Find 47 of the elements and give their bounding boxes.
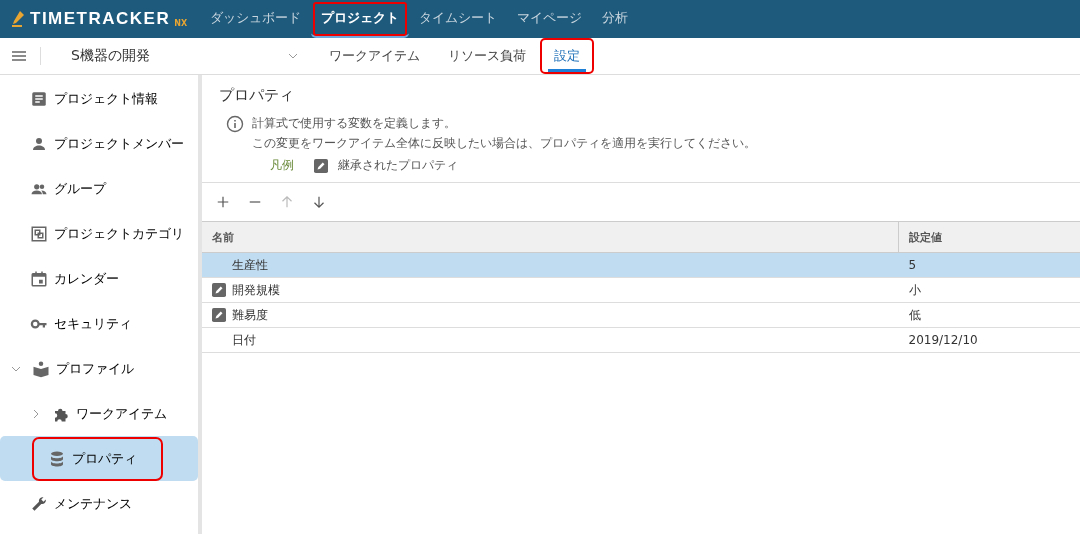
table-cell: 小 <box>908 282 921 297</box>
menu-icon[interactable] <box>12 49 26 63</box>
legend-label: 凡例 <box>270 157 294 174</box>
nav-tab[interactable]: ダッシュボード <box>200 0 311 38</box>
table-row[interactable]: 開発規模 小 <box>202 277 1080 303</box>
table-row[interactable]: 難易度 低 <box>202 302 1080 328</box>
column-header[interactable]: 設定値 <box>898 222 1080 253</box>
table-cell: 開発規模 <box>232 281 280 299</box>
table-cell: 2019/12/10 <box>908 333 978 347</box>
sidebar-item[interactable]: メンテナンス <box>0 481 198 526</box>
sidebar-item[interactable]: セキュリティ <box>0 301 198 346</box>
book-icon <box>32 359 50 378</box>
table-cell: 難易度 <box>232 306 268 324</box>
project-selector[interactable]: S機器の開発 <box>71 47 150 65</box>
wrench-icon <box>30 494 48 513</box>
calendar-icon <box>30 269 48 288</box>
sidebar-item[interactable]: グループ <box>0 166 198 211</box>
sidebar-item[interactable]: プロファイル <box>0 346 198 391</box>
tab[interactable]: 設定 <box>540 38 594 74</box>
panel-title: プロパティ <box>218 85 295 105</box>
document-icon <box>30 89 48 108</box>
sidebar-item[interactable]: プロジェクトカテゴリ <box>0 211 198 256</box>
info-text: この変更をワークアイテム全体に反映したい場合は、プロパティを適用を実行してください。 <box>252 135 756 152</box>
table-cell: 5 <box>908 258 917 272</box>
table-cell: 低 <box>908 307 921 322</box>
pencil-icon <box>314 158 328 173</box>
table-cell: 生産性 <box>232 256 268 274</box>
info-icon <box>226 115 244 133</box>
sidebar-item[interactable]: ワークアイテム <box>0 391 198 436</box>
table-row[interactable]: 日付 2019/12/10 <box>202 327 1080 353</box>
nav-tab[interactable]: タイムシート <box>409 0 507 38</box>
tab[interactable]: リソース負荷 <box>434 38 540 74</box>
sidebar-item[interactable]: プロジェクト情報 <box>0 76 198 121</box>
nav-tab[interactable]: マイページ <box>507 0 592 38</box>
sidebar-item[interactable]: プロパティ <box>0 436 198 481</box>
table-cell: 日付 <box>232 331 256 349</box>
sidebar-item[interactable]: プロジェクトメンバー <box>0 121 198 166</box>
logo: TIMETRACKER NX <box>0 0 200 38</box>
nav-tab[interactable]: 分析 <box>592 0 638 38</box>
legend-text: 継承されたプロパティ <box>338 157 458 174</box>
info-text: 計算式で使用する変数を定義します。 <box>252 115 457 132</box>
database-icon <box>48 449 66 468</box>
column-header[interactable]: 名前 <box>202 222 899 253</box>
nav-tab[interactable]: プロジェクト <box>311 0 409 38</box>
sidebar-item[interactable]: カレンダー <box>0 256 198 301</box>
tab[interactable]: ワークアイテム <box>315 38 434 74</box>
category-icon <box>30 224 48 243</box>
